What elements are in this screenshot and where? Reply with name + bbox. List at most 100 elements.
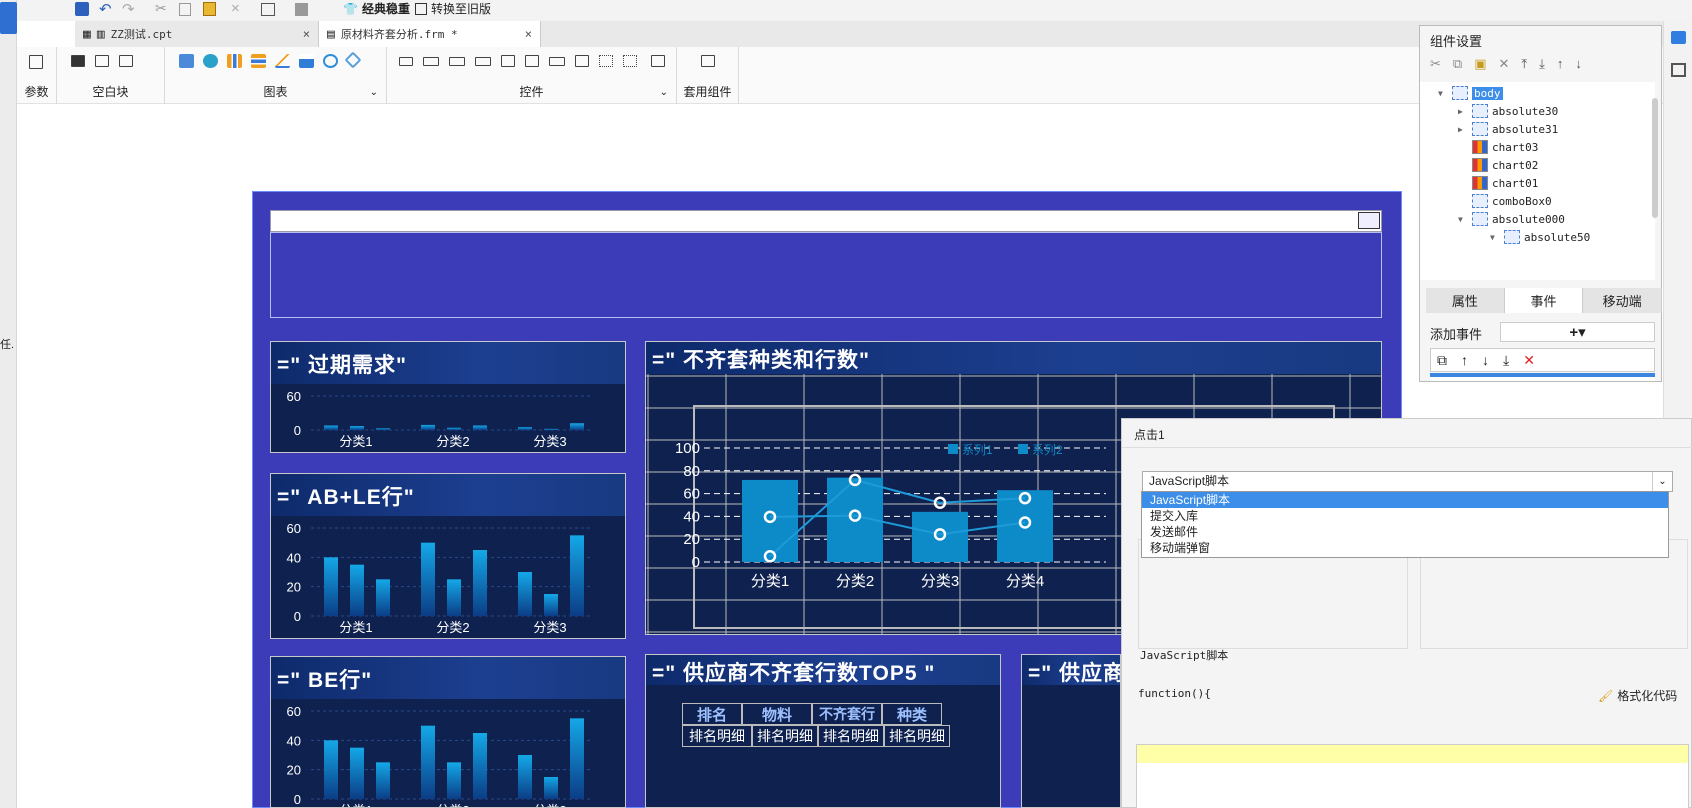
panel-ab-le[interactable]: =" AB+LE行" 60 40 20 0 分类1 分类2 分类3 [270, 473, 626, 639]
panel-supplier-top5[interactable]: =" 供应商不齐套行数TOP5 " 排名 物料 不齐套行 种类 排名明细 排名明… [645, 654, 1001, 808]
move-down-icon[interactable]: ↓ [1482, 352, 1489, 368]
number-control-icon[interactable] [549, 57, 565, 66]
panel-be[interactable]: =" BE行" 60 40 20 0 分类1 分类2 分类3 [270, 656, 626, 808]
group-preset: 套用组件 [677, 47, 739, 104]
paste-icon[interactable] [203, 2, 216, 16]
tree-scrollbar[interactable] [1652, 98, 1658, 218]
tree-item[interactable]: chart01 [1458, 174, 1538, 192]
button-control-icon[interactable] [449, 57, 465, 66]
option-mobile-popup[interactable]: 移动端弹窗 [1142, 540, 1668, 556]
bar [473, 733, 487, 799]
move-down-icon[interactable]: ↓ [1575, 56, 1582, 76]
tree-item[interactable]: ▼ absolute50 [1490, 228, 1590, 246]
cut-icon[interactable]: ✂ [1430, 56, 1441, 76]
classic-theme-button[interactable]: 👕 经典稳重 [343, 0, 410, 17]
x-tick-label: 分类2 [836, 573, 874, 590]
event-type-select[interactable]: JavaScript脚本 ⌄ [1142, 471, 1673, 492]
option-email[interactable]: 发送邮件 [1142, 524, 1668, 540]
save-icon[interactable] [75, 2, 89, 16]
panel-expired-demand[interactable]: =" 过期需求" 60 0 分类1 分类2 分类3 [270, 341, 626, 453]
bar [376, 428, 390, 430]
bar-chart-icon[interactable] [227, 54, 242, 68]
tree-item[interactable]: ▼ body [1438, 84, 1503, 102]
delete-icon[interactable]: × [231, 0, 240, 17]
move-bottom-icon[interactable]: ⤓ [1539, 56, 1545, 76]
tab-properties[interactable]: 属性 [1426, 288, 1505, 313]
expand-arrow-icon[interactable]: ▶ [1458, 107, 1468, 116]
label-control-icon[interactable] [399, 57, 413, 66]
tree-item[interactable]: comboBox0 [1458, 192, 1552, 210]
preset-component-icon[interactable] [701, 55, 715, 67]
panel-title: =" 供应商 [1022, 655, 1120, 685]
template-icon[interactable] [295, 3, 308, 16]
radar-chart-icon[interactable] [344, 51, 362, 69]
cut-icon[interactable]: ✂ [155, 0, 167, 17]
split-block-icon[interactable] [95, 55, 109, 67]
search-control-icon[interactable] [651, 55, 665, 67]
text-control-icon[interactable] [423, 57, 439, 66]
tab-zz-test[interactable]: ▦ ▥ ZZ测试.cpt × [75, 21, 319, 47]
tab-material-analysis[interactable]: ▤ 原材料齐套分析.frm * × [319, 21, 541, 47]
gauge-chart-icon[interactable] [323, 54, 338, 68]
expand-arrow-icon[interactable]: ▼ [1490, 233, 1500, 242]
bar-chart: 60 40 20 0 分类1 分类2 分类3 [287, 521, 591, 635]
option-submit[interactable]: 提交入库 [1142, 508, 1668, 524]
undo-icon[interactable]: ↶ [99, 0, 112, 18]
copy-event-icon[interactable]: ⧉ [1437, 352, 1447, 369]
expand-arrow-icon[interactable]: ▼ [1438, 89, 1448, 98]
tree-item[interactable]: chart02 [1458, 156, 1538, 174]
event-list[interactable] [1430, 373, 1655, 381]
layout-icon[interactable] [1671, 63, 1686, 77]
component-settings-icon[interactable] [1671, 31, 1686, 44]
redo-icon[interactable]: ↷ [122, 0, 135, 18]
expand-arrow-icon[interactable]: ▶ [1458, 125, 1468, 134]
copy-icon[interactable]: ⧉ [1453, 56, 1462, 76]
paste-icon[interactable]: ▣ [1474, 56, 1486, 76]
move-bottom-icon[interactable]: ⤓ [1503, 352, 1509, 369]
panel-supplier[interactable]: =" 供应商 [1021, 654, 1121, 808]
combo-control-icon[interactable] [475, 57, 491, 66]
combo-box-input[interactable] [270, 210, 1382, 232]
pie-chart-icon[interactable] [203, 54, 218, 68]
move-up-icon[interactable]: ↑ [1461, 352, 1468, 368]
tree-item[interactable]: chart03 [1458, 138, 1538, 156]
preview-icon[interactable] [261, 3, 275, 16]
bar [518, 572, 532, 616]
tree-item[interactable]: ▶ absolute30 [1458, 102, 1558, 120]
tab-block-icon[interactable] [119, 55, 133, 67]
textarea-control-icon[interactable] [575, 55, 589, 67]
copy-icon[interactable] [179, 3, 191, 16]
chart-table-icon[interactable] [179, 54, 194, 68]
close-icon[interactable]: × [525, 27, 532, 41]
line-chart-icon[interactable] [275, 54, 290, 68]
add-event-label: 添加事件 [1430, 327, 1483, 342]
blank-block-icon[interactable] [71, 55, 85, 67]
chart-node-icon [1472, 176, 1488, 190]
date-control-icon[interactable] [501, 55, 515, 67]
combo-dropdown-icon[interactable] [1358, 212, 1380, 229]
delete-event-icon[interactable]: ✕ [1523, 352, 1535, 369]
option-javascript[interactable]: JavaScript脚本 [1142, 492, 1668, 508]
tree-item[interactable]: ▼ absolute000 [1458, 210, 1565, 228]
bar [912, 511, 968, 562]
horizontal-bar-icon[interactable] [251, 54, 266, 68]
delete-icon[interactable]: ✕ [1499, 56, 1510, 76]
move-top-icon[interactable]: ⤒ [1521, 56, 1527, 76]
close-icon[interactable]: × [303, 27, 310, 41]
calendar-control-icon[interactable] [525, 55, 539, 67]
tab-events[interactable]: 事件 [1504, 288, 1584, 313]
param-icon[interactable] [29, 55, 43, 69]
app-logo-icon[interactable] [0, 2, 17, 34]
format-code-button[interactable]: 🖌 格式化代码 [1598, 687, 1677, 704]
tree-item[interactable]: ▶ absolute31 [1458, 120, 1558, 138]
add-event-button[interactable]: +▾ [1500, 322, 1655, 342]
script-editor[interactable] [1136, 744, 1689, 808]
checkbox-group-icon[interactable] [623, 55, 637, 67]
radio-group-icon[interactable] [599, 55, 613, 67]
tab-mobile[interactable]: 移动端 [1583, 288, 1663, 313]
move-up-icon[interactable]: ↑ [1557, 56, 1564, 76]
convert-old-button[interactable]: 转换至旧版 [415, 0, 491, 17]
expand-arrow-icon[interactable]: ▼ [1458, 215, 1468, 224]
header-container[interactable] [270, 232, 1382, 318]
area-chart-icon[interactable] [299, 54, 314, 68]
